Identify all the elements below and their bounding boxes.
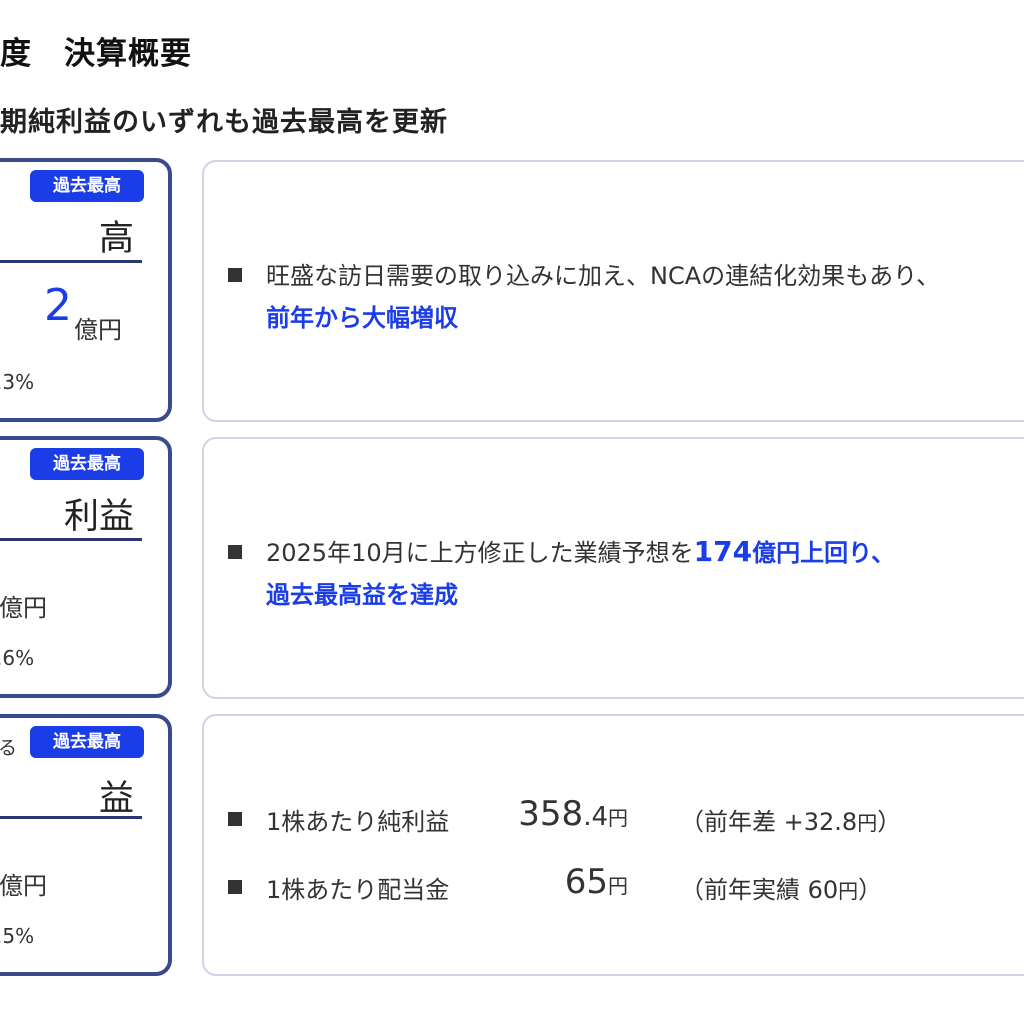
operating-profit-description-panel: 2025年10月に上方修正した業績予想を174億円上回り、 過去最高益を達成 xyxy=(202,437,1024,699)
card-divider xyxy=(0,538,142,541)
card-unit: 億円 xyxy=(0,872,47,900)
card-label: 高 xyxy=(98,219,134,259)
description-line: 旺盛な訪日需要の取り込みに加え、NCAの連結化効果もあり、 xyxy=(266,262,941,290)
card-label: 利益 xyxy=(63,497,134,537)
card-divider xyxy=(0,816,142,819)
card-value: 2 xyxy=(44,280,72,331)
card-unit: 億円 xyxy=(74,316,122,344)
record-high-badge: 過去最高 xyxy=(30,448,144,480)
description-line: 2025年10月に上方修正した業績予想を174億円上回り、 xyxy=(266,535,896,568)
card-unit: 億円 xyxy=(0,594,47,622)
slide: 度 決算概要 期純利益のいずれも過去最高を更新 過去最高 高 2 億円 .3% … xyxy=(0,0,1024,1024)
operating-profit-card: 過去最高 利益 億円 .6% xyxy=(0,436,172,698)
dividend-note: （前年実績 60円） xyxy=(680,876,883,904)
page-subtitle: 期純利益のいずれも過去最高を更新 xyxy=(0,107,448,138)
revenue-description-panel: 旺盛な訪日需要の取り込みに加え、NCAの連結化効果もあり、 前年から大幅増収 xyxy=(202,160,1024,422)
description-highlight: 過去最高益を達成 xyxy=(266,581,458,609)
card-change-pct: .5% xyxy=(0,924,35,948)
dividend-value: 65円 xyxy=(564,862,628,902)
card-divider xyxy=(0,260,142,263)
revenue-card: 過去最高 高 2 億円 .3% xyxy=(0,158,172,422)
card-change-pct: .6% xyxy=(0,646,35,670)
net-income-card: る 過去最高 益 億円 .5% xyxy=(0,714,172,976)
dividend-row: 1株あたり配当金 65円 （前年実績 60円） xyxy=(204,862,1024,908)
net-income-description-panel: 1株あたり純利益 358.4円 （前年差 +32.8円） 1株あたり配当金 65… xyxy=(202,714,1024,976)
eps-note: （前年差 +32.8円） xyxy=(680,808,902,836)
record-high-badge: 過去最高 xyxy=(30,726,144,758)
bullet-square-icon xyxy=(228,268,242,282)
description-highlight: 前年から大幅増収 xyxy=(266,304,458,332)
eps-row: 1株あたり純利益 358.4円 （前年差 +32.8円） xyxy=(204,794,1024,840)
eps-label: 1株あたり純利益 xyxy=(266,808,450,836)
dividend-label: 1株あたり配当金 xyxy=(266,876,450,904)
eps-value: 358.4円 xyxy=(518,794,628,834)
card-prefix: る xyxy=(0,737,18,759)
card-label: 益 xyxy=(98,779,134,819)
bullet-square-icon xyxy=(228,545,242,559)
record-high-badge: 過去最高 xyxy=(30,170,144,202)
bullet-square-icon xyxy=(228,812,242,826)
bullet-square-icon xyxy=(228,880,242,894)
page-title: 度 決算概要 xyxy=(0,36,192,72)
card-change-pct: .3% xyxy=(0,370,35,394)
